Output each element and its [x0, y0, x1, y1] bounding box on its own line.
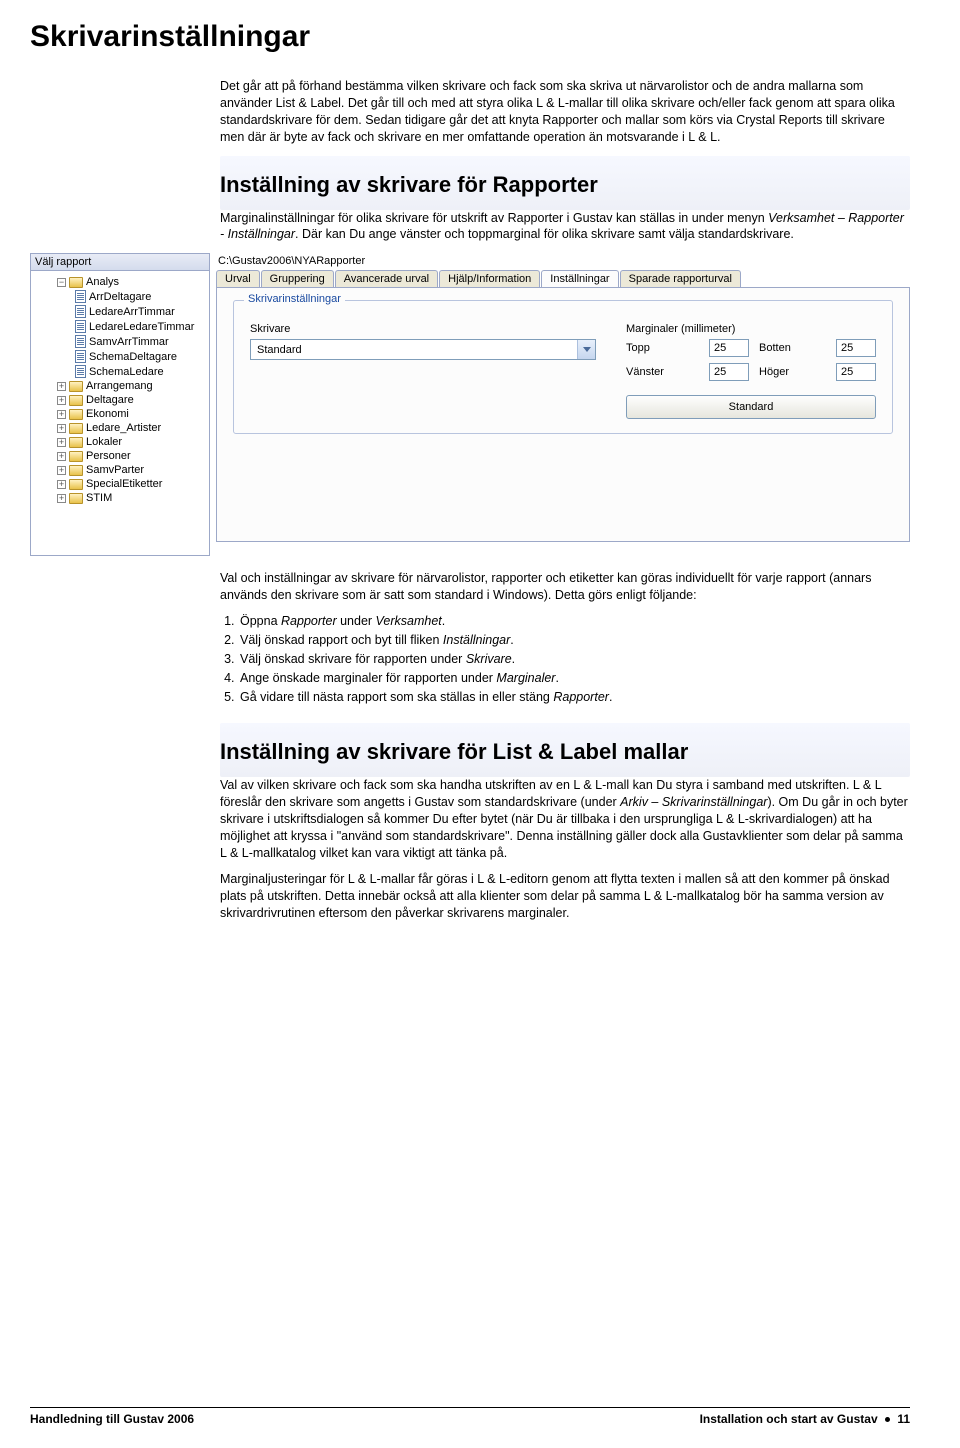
step-1: Öppna Rapporter under Verksamhet. [238, 614, 910, 628]
label-vanster: Vänster [626, 366, 699, 378]
tree-folder[interactable]: +Lokaler [37, 435, 207, 449]
report-icon [75, 350, 86, 363]
chevron-down-icon[interactable] [577, 340, 595, 359]
expand-icon[interactable]: + [57, 452, 66, 461]
expand-icon[interactable]: + [57, 494, 66, 503]
printer-value: Standard [251, 344, 577, 356]
printer-combo[interactable]: Standard [250, 339, 596, 360]
tree-item[interactable]: LedareArrTimmar [37, 304, 207, 319]
page-title: Skrivarinställningar [30, 20, 910, 54]
page-footer: Handledning till Gustav 2006 Installatio… [30, 1407, 910, 1426]
folder-icon [69, 451, 83, 462]
fieldset-legend: Skrivarinställningar [244, 293, 345, 305]
tab-sparade[interactable]: Sparade rapporturval [620, 270, 741, 287]
intro-paragraph: Det går att på förhand bestämma vilken s… [220, 78, 910, 146]
tree-folder[interactable]: +SamvParter [37, 463, 207, 477]
footer-left: Handledning till Gustav 2006 [30, 1412, 194, 1426]
bullet-icon [885, 1417, 890, 1422]
report-icon [75, 335, 86, 348]
tree-title: Välj rapport [30, 253, 210, 271]
folder-icon [69, 423, 83, 434]
tree-item[interactable]: ArrDeltagare [37, 289, 207, 304]
tab-gruppering[interactable]: Gruppering [261, 270, 334, 287]
section2-heading: Inställning av skrivare för List & Label… [220, 739, 910, 765]
section1-heading: Inställning av skrivare för Rapporter [220, 172, 910, 198]
expand-icon[interactable]: + [57, 480, 66, 489]
tree-item[interactable]: SchemaDeltagare [37, 349, 207, 364]
folder-icon [69, 437, 83, 448]
path-label: C:\Gustav2006\NYARapporter [216, 253, 910, 270]
expand-icon[interactable]: + [57, 382, 66, 391]
tree-item[interactable]: SamvArrTimmar [37, 334, 207, 349]
section2-paragraph1: Val av vilken skrivare och fack som ska … [220, 777, 910, 861]
folder-icon [69, 395, 83, 406]
tab-avancerade[interactable]: Avancerade urval [335, 270, 438, 287]
tree-folder[interactable]: +Deltagare [37, 393, 207, 407]
steps-list: Öppna Rapporter under Verksamhet. Välj ö… [238, 614, 910, 704]
tree-folder[interactable]: +Personer [37, 449, 207, 463]
folder-icon [69, 493, 83, 504]
step-4: Ange önskade marginaler för rapporten un… [238, 671, 910, 685]
report-icon [75, 290, 86, 303]
report-tree-panel: Välj rapport −Analys ArrDeltagare Ledare… [30, 253, 210, 556]
step-2: Välj önskad rapport och byt till fliken … [238, 633, 910, 647]
tab-installningar[interactable]: Inställningar [541, 270, 618, 287]
report-tree[interactable]: −Analys ArrDeltagare LedareArrTimmar Led… [33, 275, 207, 505]
tree-folder[interactable]: +Ledare_Artister [37, 421, 207, 435]
step-5: Gå vidare till nästa rapport som ska stä… [238, 690, 910, 704]
footer-right: Installation och start av Gustav 11 [700, 1412, 910, 1426]
step-3: Välj önskad skrivare för rapporten under… [238, 652, 910, 666]
report-icon [75, 320, 86, 333]
expand-icon[interactable]: + [57, 438, 66, 447]
tree-item[interactable]: SchemaLedare [37, 364, 207, 379]
printer-settings-fieldset: Skrivarinställningar Skrivare Standard M… [233, 300, 893, 434]
tab-hjalp[interactable]: Hjälp/Information [439, 270, 540, 287]
input-topp[interactable] [709, 339, 749, 357]
report-icon [75, 305, 86, 318]
section2-paragraph2: Marginaljusteringar för L & L-mallar får… [220, 871, 910, 922]
label-botten: Botten [759, 342, 826, 354]
tab-urval[interactable]: Urval [216, 270, 260, 287]
tab-bar: Urval Gruppering Avancerade urval Hjälp/… [216, 270, 910, 287]
folder-icon [69, 381, 83, 392]
standard-button[interactable]: Standard [626, 395, 876, 419]
input-hoger[interactable] [836, 363, 876, 381]
input-botten[interactable] [836, 339, 876, 357]
tree-folder[interactable]: +STIM [37, 491, 207, 505]
tree-folder[interactable]: +SpecialEtiketter [37, 477, 207, 491]
label-topp: Topp [626, 342, 699, 354]
tree-folder[interactable]: +Ekonomi [37, 407, 207, 421]
folder-icon [69, 409, 83, 420]
printer-label: Skrivare [250, 323, 596, 335]
screenshot-panel: Välj rapport −Analys ArrDeltagare Ledare… [30, 253, 910, 556]
margins-label: Marginaler (millimeter) [626, 323, 876, 335]
input-vanster[interactable] [709, 363, 749, 381]
tree-folder[interactable]: +Arrangemang [37, 379, 207, 393]
expand-icon[interactable]: + [57, 410, 66, 419]
section1-paragraph: Marginalinställningar för olika skrivare… [220, 210, 910, 244]
folder-icon [69, 465, 83, 476]
folder-icon [69, 479, 83, 490]
expand-icon[interactable]: + [57, 396, 66, 405]
expand-icon[interactable]: + [57, 424, 66, 433]
report-icon [75, 365, 86, 378]
tree-item[interactable]: LedareLedareTimmar [37, 319, 207, 334]
collapse-icon[interactable]: − [57, 278, 66, 287]
mid-paragraph: Val och inställningar av skrivare för nä… [220, 570, 910, 604]
folder-icon [69, 277, 83, 288]
label-hoger: Höger [759, 366, 826, 378]
expand-icon[interactable]: + [57, 466, 66, 475]
